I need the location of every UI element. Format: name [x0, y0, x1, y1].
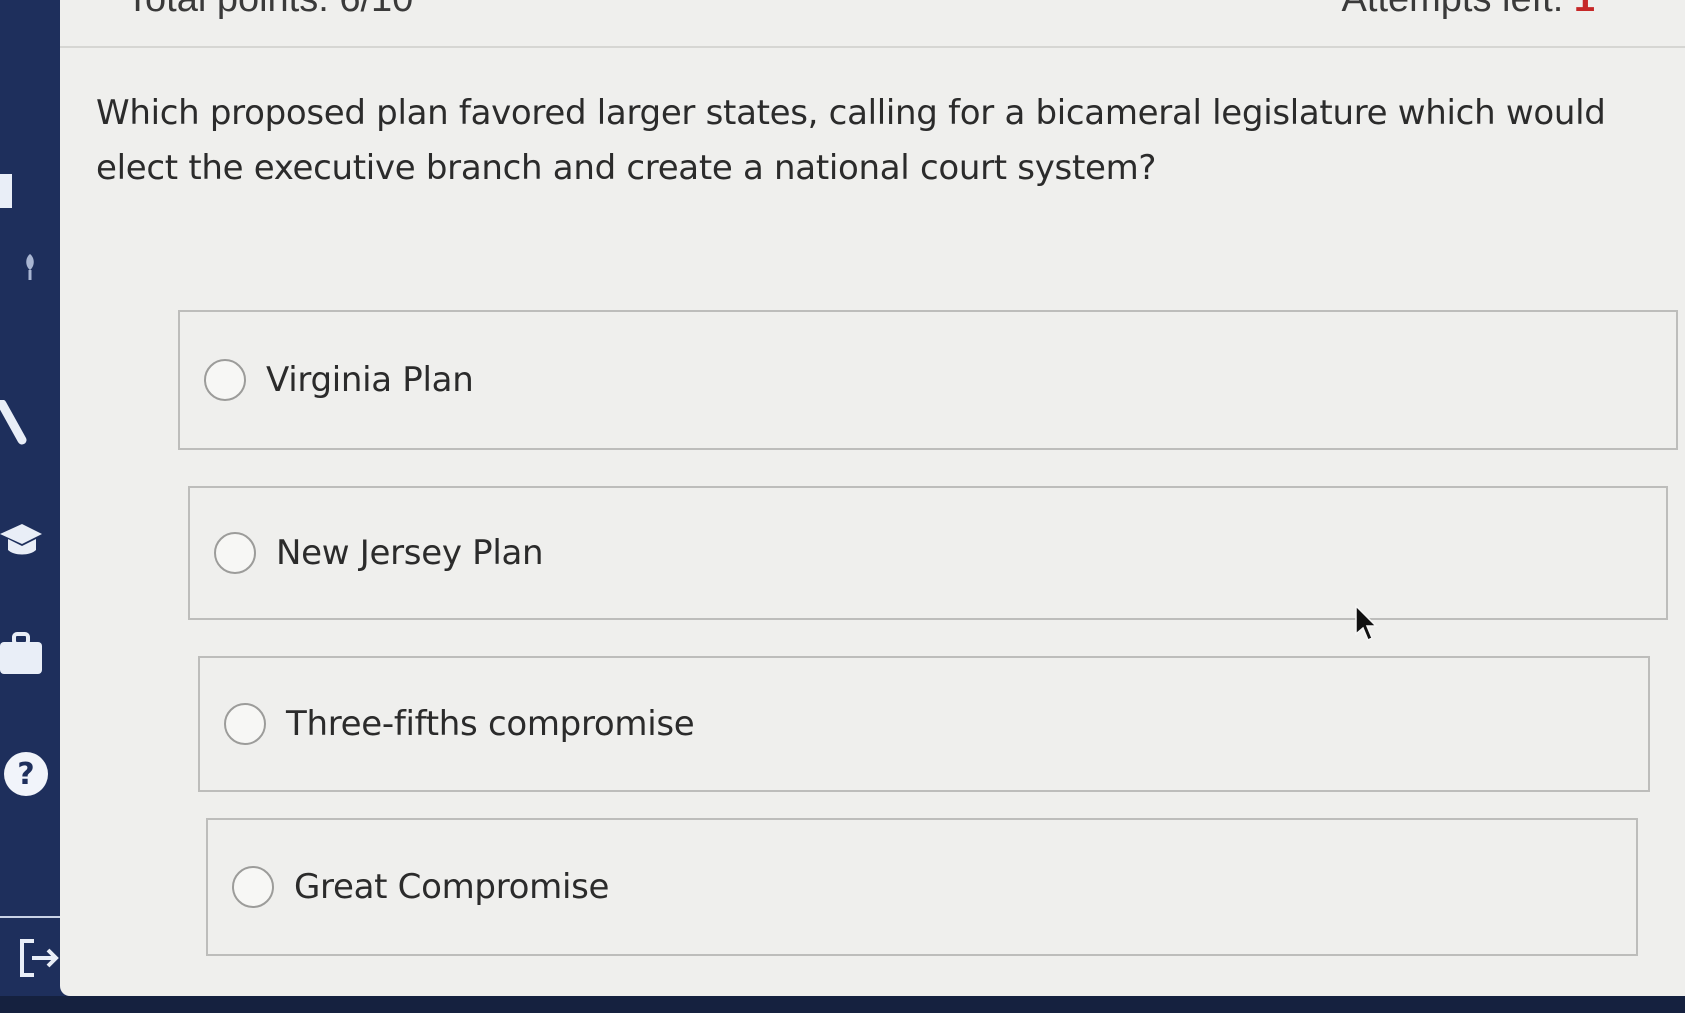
radio-button[interactable]	[224, 703, 266, 745]
exit-icon	[20, 939, 59, 977]
choice-great-compromise[interactable]: Great Compromise	[206, 818, 1638, 956]
choice-label: New Jersey Plan	[276, 533, 544, 573]
attempts-left: Attempts left: 1	[1342, 0, 1595, 21]
mouse-cursor-icon	[1355, 604, 1378, 642]
bookmark-icon[interactable]	[0, 172, 18, 210]
question-text: Which proposed plan favored larger state…	[96, 93, 1606, 188]
tool-icon[interactable]	[0, 400, 32, 448]
choice-label: Great Compromise	[294, 867, 610, 907]
question-panel: Total points: 6/10 Attempts left: 1 Whic…	[60, 0, 1685, 996]
radio-button[interactable]	[214, 532, 256, 574]
total-points: Total points: 6/10	[126, 0, 413, 21]
choice-new-jersey-plan[interactable]: New Jersey Plan	[188, 486, 1668, 620]
radio-button[interactable]	[204, 359, 246, 401]
quiz-header: Total points: 6/10 Attempts left: 1	[60, 0, 1685, 48]
attempts-value: 1	[1574, 0, 1595, 20]
choice-three-fifths-compromise[interactable]: Three-fifths compromise	[198, 656, 1650, 792]
attempts-label: Attempts left:	[1342, 0, 1574, 20]
screen-bezel	[0, 996, 1685, 1013]
help-icon-label: ?	[17, 756, 35, 792]
choice-virginia-plan[interactable]: Virginia Plan	[178, 310, 1678, 450]
help-icon[interactable]: ?	[4, 752, 48, 796]
radio-button[interactable]	[232, 866, 274, 908]
pin-icon	[20, 252, 40, 282]
briefcase-icon[interactable]	[0, 632, 44, 676]
choice-label: Virginia Plan	[266, 360, 474, 400]
choice-label: Three-fifths compromise	[286, 704, 695, 744]
quiz-screen: ? Total points: 6/10 Attempts left: 1 Wh…	[0, 0, 1685, 1013]
graduation-cap-icon[interactable]	[0, 520, 44, 560]
